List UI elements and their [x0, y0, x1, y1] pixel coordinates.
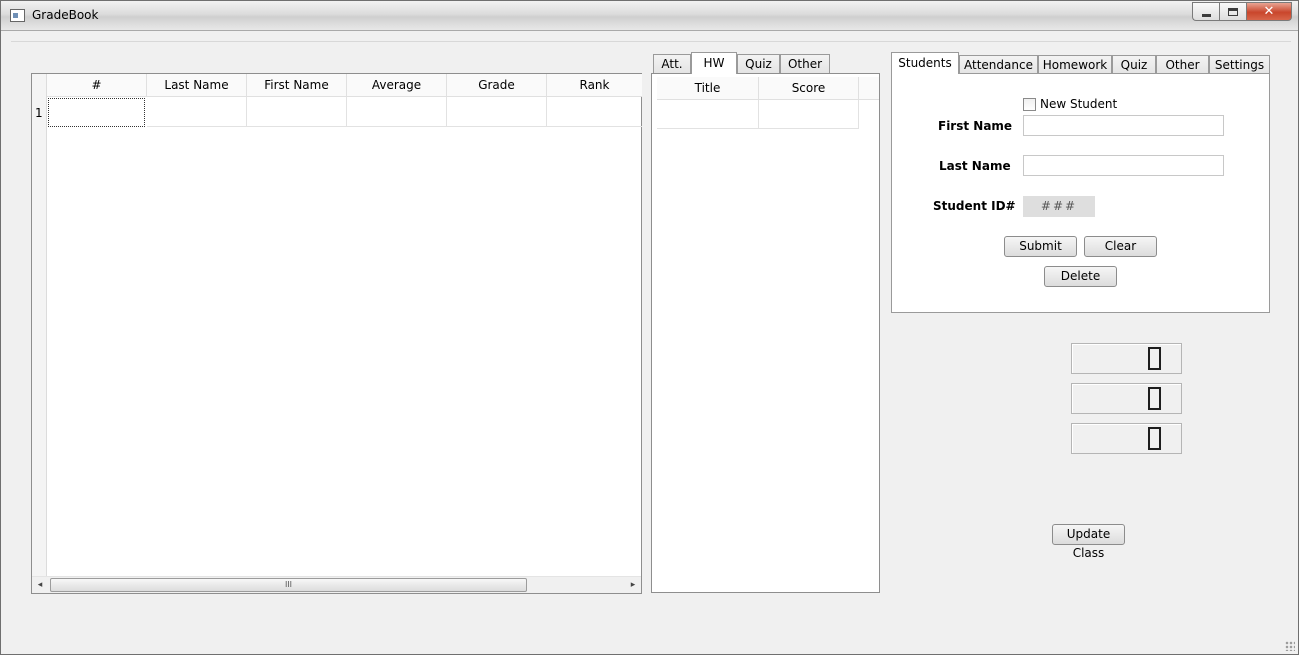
gradebook-window: GradeBook ✕ # Last Name First Name Avera…: [0, 0, 1299, 655]
resize-grip[interactable]: [1285, 641, 1295, 651]
lcd-digit: [1148, 387, 1161, 410]
row-header-column: [32, 74, 47, 577]
last-name-field[interactable]: [1023, 155, 1224, 176]
first-name-field[interactable]: [1023, 115, 1224, 136]
column-header-average[interactable]: Average: [347, 74, 447, 97]
column-header-number[interactable]: #: [47, 74, 147, 97]
column-header-filler: [859, 77, 879, 100]
tab-quiz[interactable]: Quiz: [1112, 55, 1156, 75]
maximize-button[interactable]: [1219, 2, 1246, 21]
student-table[interactable]: # Last Name First Name Average Grade Ran…: [31, 73, 642, 594]
lcd-value: 0: [1174, 388, 1175, 389]
lcd-counter-1: 0: [1071, 343, 1182, 374]
tab-students[interactable]: Students: [891, 52, 959, 74]
tab-homework[interactable]: Homework: [1038, 55, 1112, 75]
table-cell-score[interactable]: [759, 100, 859, 129]
scroll-right-icon[interactable]: ▸: [627, 580, 639, 590]
student-form: New Student First Name Last Name Student…: [891, 73, 1270, 313]
window-title: GradeBook: [32, 8, 99, 22]
student-id-value: ###: [1023, 196, 1095, 217]
tab-att[interactable]: Att.: [653, 54, 691, 74]
lcd-counter-2: 0: [1071, 383, 1182, 414]
lcd-value: 0: [1174, 428, 1175, 429]
app-icon[interactable]: [10, 9, 25, 22]
column-header-last-name[interactable]: Last Name: [147, 74, 247, 97]
scroll-left-icon[interactable]: ◂: [34, 580, 46, 590]
new-student-checkbox[interactable]: [1023, 98, 1036, 111]
column-header-grade[interactable]: Grade: [447, 74, 547, 97]
tab-other-detail[interactable]: Other: [780, 54, 830, 74]
clear-button[interactable]: Clear: [1084, 236, 1157, 257]
column-header-first-name[interactable]: First Name: [247, 74, 347, 97]
table-cell-last-name[interactable]: [147, 97, 247, 127]
title-bar[interactable]: GradeBook ✕: [1, 1, 1298, 31]
first-name-label: First Name: [938, 119, 1013, 133]
tab-attendance[interactable]: Attendance: [959, 55, 1038, 75]
last-name-label: Last Name: [939, 159, 1011, 173]
table-cell-rank[interactable]: [547, 97, 642, 127]
table-cell-title[interactable]: [657, 100, 759, 129]
lcd-digit: [1148, 427, 1161, 450]
column-header-score[interactable]: Score: [759, 77, 859, 100]
minimize-button[interactable]: [1192, 2, 1219, 21]
tab-other[interactable]: Other: [1156, 55, 1209, 75]
window-controls: ✕: [1192, 2, 1292, 21]
tab-settings[interactable]: Settings: [1209, 55, 1270, 75]
lcd-value: 0: [1174, 348, 1175, 349]
homework-panel: Title Score: [651, 73, 880, 593]
maximize-icon: [1228, 8, 1238, 16]
table-cell-average[interactable]: [347, 97, 447, 127]
scrollbar-thumb[interactable]: III: [50, 578, 527, 592]
lcd-digit: [1148, 347, 1161, 370]
new-student-label[interactable]: New Student: [1040, 97, 1117, 111]
tab-quiz-detail[interactable]: Quiz: [737, 54, 780, 74]
close-icon: ✕: [1263, 4, 1275, 19]
column-header-title[interactable]: Title: [657, 77, 759, 100]
row-number[interactable]: 1: [35, 106, 43, 120]
lcd-counter-3: 0: [1071, 423, 1182, 454]
close-button[interactable]: ✕: [1246, 2, 1292, 21]
delete-button[interactable]: Delete: [1044, 266, 1117, 287]
minimize-icon: [1202, 14, 1211, 17]
submit-button[interactable]: Submit: [1004, 236, 1077, 257]
table-cell-grade[interactable]: [447, 97, 547, 127]
update-class-button[interactable]: Update Class: [1052, 524, 1125, 560]
horizontal-scrollbar[interactable]: ◂ III ▸: [32, 576, 641, 593]
column-header-rank[interactable]: Rank: [547, 74, 642, 97]
tab-hw[interactable]: HW: [691, 52, 737, 74]
table-cell-number[interactable]: [48, 98, 145, 127]
menu-bar: [11, 32, 1291, 42]
student-id-label: Student ID#: [933, 199, 1016, 213]
table-cell-first-name[interactable]: [247, 97, 347, 127]
